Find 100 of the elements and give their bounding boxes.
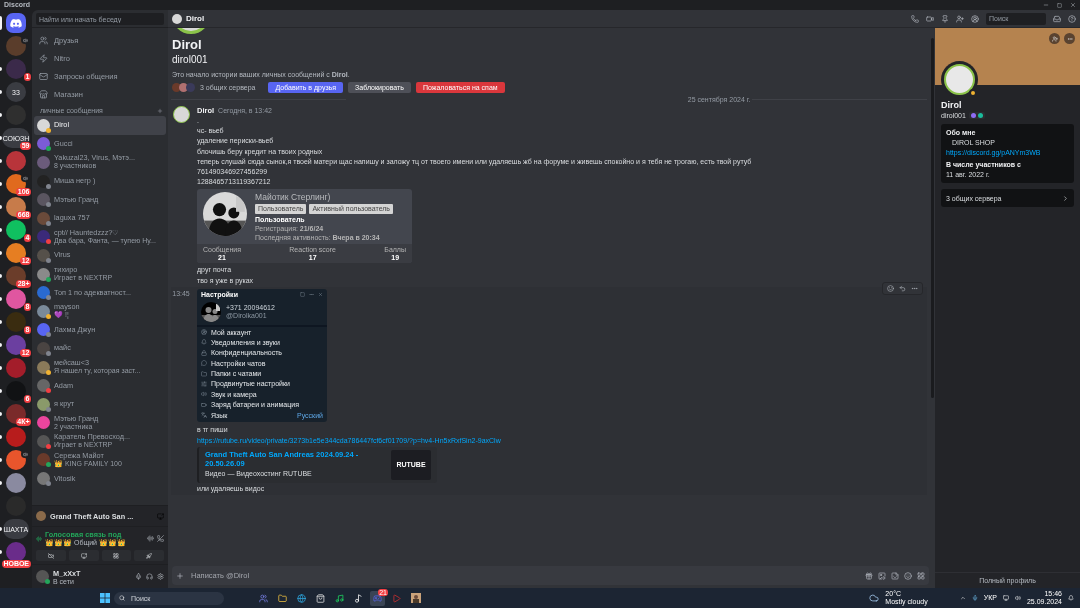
user-circle-icon [971,14,979,23]
avatar [37,434,50,448]
language-icon [201,412,207,419]
camera-button[interactable] [36,550,66,561]
avatar [37,472,50,486]
account-icon [201,329,207,335]
taskbar-app[interactable] [408,590,423,606]
camera-off-icon [47,552,54,559]
speaker-icon [201,391,207,398]
avatar [37,193,50,207]
activities-button[interactable] [101,550,132,561]
profile-button[interactable] [971,14,979,23]
globe-icon [297,593,306,603]
rocket-icon [146,552,153,559]
avatar [172,106,190,123]
call-button[interactable] [911,14,919,23]
avatar [172,13,182,24]
sticker-icon [891,571,899,580]
reply-icon [899,284,906,292]
video-button[interactable] [926,14,934,23]
maximize-icon [1057,2,1062,8]
avatar [37,230,50,244]
chevron-up-icon [959,595,966,601]
settings-button[interactable] [157,573,164,580]
search-icon [119,595,125,601]
start-button[interactable] [100,593,110,603]
folder-icon [278,593,287,603]
microphone-icon [135,573,142,580]
hang-up-icon [157,535,164,542]
bell-icon [1068,595,1074,601]
pin-icon [941,14,949,23]
disconnect-button[interactable] [157,535,164,542]
avatar [36,570,49,583]
noise-button[interactable] [147,535,154,542]
microphone-button[interactable] [135,573,142,580]
smile-icon [904,571,912,580]
plus-icon [157,107,163,114]
minimize-icon [1043,2,1049,8]
headphones-button[interactable] [146,573,153,580]
avatar [37,286,50,300]
battery-icon [201,401,207,408]
soundboard-button[interactable] [134,550,164,561]
server-icon[interactable] [6,542,26,562]
reaction-button[interactable] [887,284,894,292]
microphone-icon [971,595,978,601]
add-user-icon [956,14,964,23]
profile-username: dirol001 [172,54,209,66]
windows-logo-icon [100,593,110,603]
plus-icon [176,571,184,580]
screen-share-button[interactable] [68,550,99,561]
users-icon [39,35,48,45]
reply-button[interactable] [899,284,906,292]
lock-icon [201,349,207,356]
music-note-icon [354,593,363,603]
maximize-button[interactable] [1057,2,1062,8]
folder-icon [201,370,207,377]
close-icon [1070,2,1076,8]
bell-icon [201,339,207,346]
avatar [37,397,50,411]
help-icon [1068,14,1076,23]
video-camera-icon [926,14,934,23]
avatar [37,137,50,151]
signal-icon [36,535,42,542]
cloud-icon [869,593,880,603]
avatar [944,64,975,95]
profile-name: Dirol [172,37,203,52]
sound-wave-icon [147,535,154,542]
avatar [37,379,50,393]
headphones-icon [146,573,153,580]
more-icon [1066,35,1073,42]
chevron-right-icon [1062,194,1069,202]
monitor-icon [1002,595,1009,601]
home-button[interactable] [6,13,26,33]
channel-title: Dirol [186,14,206,23]
zap-icon [39,53,48,63]
play-icon [392,593,401,603]
forum-user-name: Майотик Стерлинг) [255,192,332,203]
avatar [37,416,50,430]
add-member-button[interactable] [956,14,964,23]
avatar [37,304,50,318]
add-friend-button[interactable] [1049,33,1060,44]
close-button[interactable] [1070,2,1076,8]
more-button[interactable] [1064,33,1075,44]
avatar [37,360,50,374]
pin-button[interactable] [941,14,949,23]
avatar [37,248,50,262]
add-user-icon [1051,35,1058,42]
avatar [37,211,50,225]
help-button[interactable] [1068,14,1076,23]
settings-icon [157,573,164,580]
image-icon [878,571,886,580]
profile-name: Dirol [941,100,963,110]
inbox-button[interactable] [1053,14,1061,23]
shopping-bag-icon [316,593,325,603]
gift-icon [865,571,873,580]
avatar [37,453,50,467]
server-icon[interactable] [6,220,26,240]
gamepad-icon [373,593,382,603]
more-icon [309,291,314,297]
avatar [37,323,50,337]
